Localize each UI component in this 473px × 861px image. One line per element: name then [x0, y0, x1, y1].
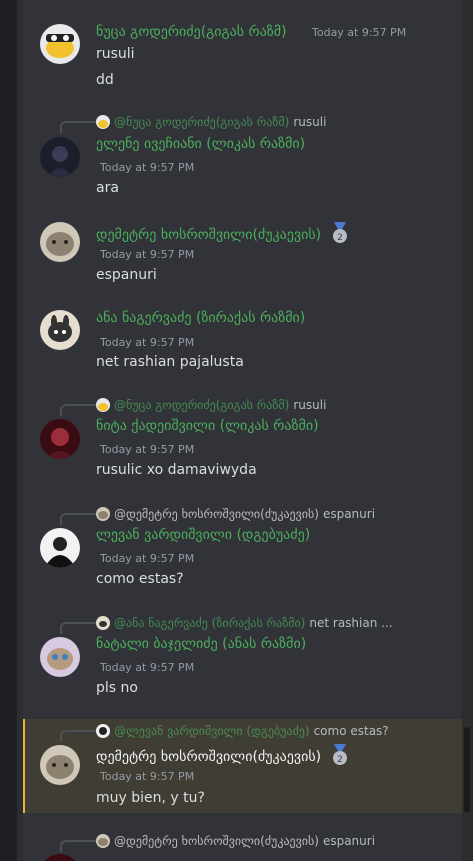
message-text: pls no [96, 680, 138, 696]
avatar[interactable] [40, 137, 80, 177]
avatar[interactable] [40, 745, 80, 785]
avatar[interactable] [40, 528, 80, 568]
reply-author[interactable]: @ანა ნაგერვაძე (ზირაქას რაზმი) [114, 616, 305, 630]
username[interactable]: ნატალი ბაჯელიძე (ანას რაზმი) [96, 636, 306, 652]
username[interactable]: ნიტა ქადეიშვილი (ლიკას რაზმი) [96, 418, 319, 434]
svg-text:2: 2 [337, 233, 343, 243]
reply-text[interactable]: como estas? [314, 724, 389, 738]
reply-preview[interactable]: @ნუცა გოდერიძე(გიგას რაზმ) rusuli [96, 396, 326, 414]
reply-avatar [96, 724, 110, 738]
reply-author[interactable]: @ლევან ვარდიშვილი (დგებუაძე) [114, 724, 310, 738]
reply-preview[interactable]: @დემეტრე ხოსროშვილი(ძუკაევის) espanuri [96, 505, 375, 523]
message-text: rusulic xo damaviwyda [96, 462, 257, 478]
message[interactable]: დემეტრე ხოსროშვილი(ძუკაევის) 2 Today at … [23, 218, 461, 290]
username-text[interactable]: დემეტრე ხოსროშვილი(ძუკაევის) [96, 227, 321, 243]
reply-spine [60, 840, 96, 852]
reply-author[interactable]: @ნუცა გოდერიძე(გიგას რაზმ) [114, 398, 289, 412]
reply-spine [60, 730, 96, 742]
reply-author[interactable]: @დემეტრე ხოსროშვილი(ძუკაევის) [114, 507, 319, 521]
username[interactable]: ლევან ვარდიშვილი (დგებუაძე) [96, 527, 310, 543]
reply-author[interactable]: @ნუცა გოდერიძე(გიგას რაზმ) [114, 115, 289, 129]
server-rail [0, 0, 17, 861]
reply-avatar [96, 115, 110, 129]
reply-author[interactable]: @დემეტრე ხოსროშვილი(ძუკაევის) [114, 834, 319, 848]
reply-avatar [96, 398, 110, 412]
timestamp: Today at 9:57 PM [312, 26, 407, 39]
scrollbar-thumb[interactable] [464, 727, 470, 813]
username-text[interactable]: დემეტრე ხოსროშვილი(ძუკაევის) [96, 749, 321, 765]
message[interactable]: @დემეტრე ხოსროშვილი(ძუკაევის) espanuri [23, 829, 461, 861]
avatar[interactable] [40, 222, 80, 262]
message[interactable]: @ნუცა გოდერიძე(გიგას რაზმ) rusuli ელენე … [23, 110, 461, 200]
message-text: ara [96, 180, 119, 196]
message-text: net rashian pajalusta [96, 354, 244, 370]
timestamp: Today at 9:57 PM [100, 336, 195, 349]
message-text: como estas? [96, 571, 184, 587]
reply-spine [60, 622, 96, 634]
message[interactable]: @დემეტრე ხოსროშვილი(ძუკაევის) espanuri ლ… [23, 503, 461, 595]
avatar[interactable] [40, 24, 80, 64]
reply-avatar [96, 616, 110, 630]
reply-text[interactable]: espanuri [323, 507, 375, 521]
reply-spine [60, 513, 96, 525]
timestamp: Today at 9:57 PM [100, 770, 195, 783]
medal-icon: 2 [330, 744, 350, 770]
username[interactable]: ანა ნაგერვაძე (ზირაქას რაზმი) [96, 310, 305, 326]
reply-preview[interactable]: @ლევან ვარდიშვილი (დგებუაძე) como estas? [96, 722, 389, 740]
reply-text[interactable]: net rashian ... [309, 616, 392, 630]
timestamp: Today at 9:57 PM [100, 443, 195, 456]
message-text: dd [96, 72, 114, 88]
message-text: rusuli [96, 46, 135, 62]
message[interactable]: ანა ნაგერვაძე (ზირაქას რაზმი) Today at 9… [23, 306, 461, 376]
username[interactable]: ნუცა გოდერიძე(გიგას რაზმ) [96, 24, 287, 40]
timestamp: Today at 9:57 PM [100, 552, 195, 565]
reply-spine [60, 121, 96, 133]
timestamp: Today at 9:57 PM [100, 161, 195, 174]
message-text: muy bien, y tu? [96, 790, 205, 806]
reply-text[interactable]: espanuri [323, 834, 375, 848]
message-text: espanuri [96, 267, 157, 283]
username[interactable]: დემეტრე ხოსროშვილი(ძუკაევის) 2 [96, 222, 350, 248]
avatar[interactable] [40, 310, 80, 350]
reply-preview[interactable]: @ანა ნაგერვაძე (ზირაქას რაზმი) net rashi… [96, 614, 393, 632]
reply-text[interactable]: rusuli [293, 115, 326, 129]
medal-icon: 2 [330, 222, 350, 248]
message[interactable]: @ნუცა გოდერიძე(გიგას რაზმ) rusuli ნიტა ქ… [23, 394, 461, 486]
reply-preview[interactable]: @დემეტრე ხოსროშვილი(ძუკაევის) espanuri [96, 832, 375, 850]
avatar[interactable] [40, 419, 80, 459]
username[interactable]: ელენე ივეჩიანი (ლიკას რაზმი) [96, 136, 305, 152]
avatar[interactable] [40, 637, 80, 677]
username[interactable]: დემეტრე ხოსროშვილი(ძუკაევის) 2 [96, 744, 350, 770]
message[interactable]: @ანა ნაგერვაძე (ზირაქას რაზმი) net rashi… [23, 612, 461, 704]
reply-preview[interactable]: @ნუცა გოდერიძე(გიგას რაზმ) rusuli [96, 113, 326, 131]
svg-text:2: 2 [337, 755, 343, 765]
reply-avatar [96, 507, 110, 521]
reply-avatar [96, 834, 110, 848]
message-highlighted[interactable]: @ლევან ვარდიშვილი (დგებუაძე) como estas?… [23, 719, 463, 813]
avatar[interactable] [40, 854, 80, 861]
timestamp: Today at 9:57 PM [100, 661, 195, 674]
timestamp: Today at 9:57 PM [100, 248, 195, 261]
reply-spine [60, 404, 96, 416]
reply-text[interactable]: rusuli [293, 398, 326, 412]
message[interactable]: ნუცა გოდერიძე(გიგას რაზმ) Today at 9:57 … [23, 14, 461, 98]
